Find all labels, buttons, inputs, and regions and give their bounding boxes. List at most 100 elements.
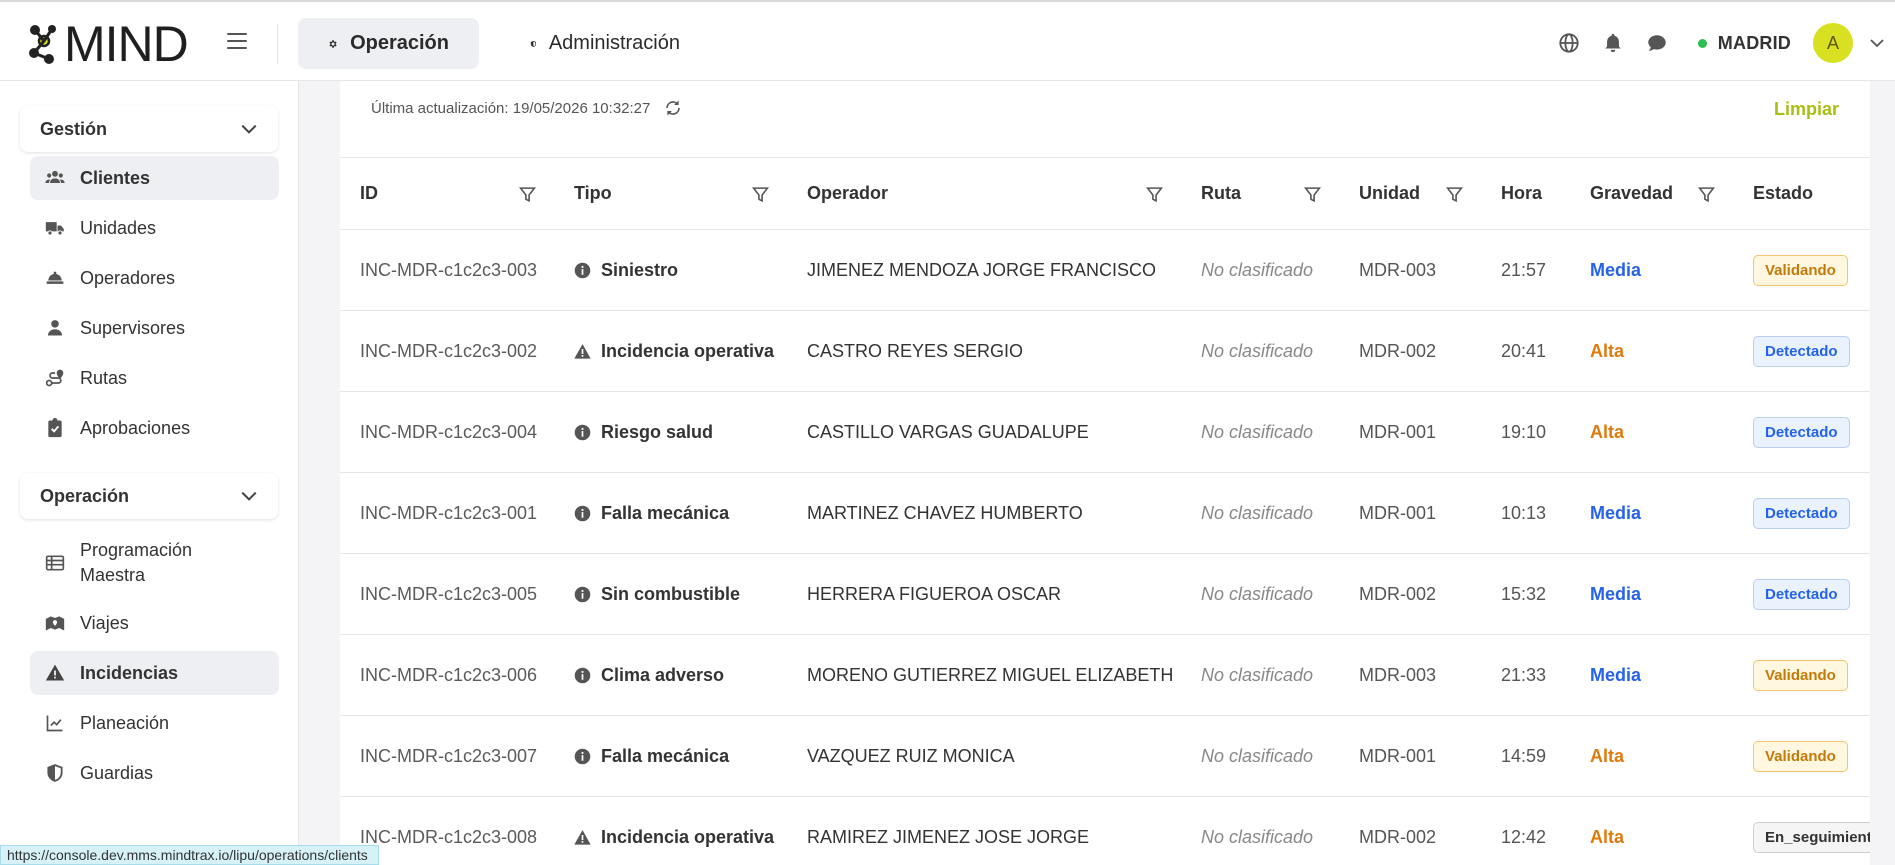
table-row[interactable]: INC-MDR-c1c2c3-005 Sin combustible HERRERA… xyxy=(340,554,1870,635)
sidebar-item-operadores[interactable]: Operadores xyxy=(30,256,279,300)
divider xyxy=(277,24,278,64)
cell-id: INC-MDR-c1c2c3-007 xyxy=(360,745,538,766)
tab-administracion[interactable]: Administración xyxy=(500,18,710,69)
table-header-row: ID Tipo Operador Ruta Unidad Hora Graved… xyxy=(340,157,1870,230)
sidebar-item-label: Operadores xyxy=(80,267,176,288)
bell-icon[interactable] xyxy=(1602,32,1624,54)
cell-operador: RAMIREZ JIMENEZ JOSE JORGE xyxy=(807,826,1090,847)
sidebar-item-aprobaciones[interactable]: Aprobaciones xyxy=(30,406,279,450)
logo-text: MIND xyxy=(64,16,189,72)
route-icon xyxy=(45,369,64,387)
cell-operador: MARTINEZ CHAVEZ HUMBERTO xyxy=(807,502,1083,523)
cell-unidad: MDR-003 xyxy=(1359,664,1437,685)
cell-hora: 20:41 xyxy=(1501,340,1547,361)
status-badge: En_seguimiento xyxy=(1753,821,1870,853)
filter-icon[interactable] xyxy=(1146,186,1163,203)
cell-tipo: Falla mecánica xyxy=(554,716,787,797)
cell-gravedad: Media xyxy=(1590,502,1642,523)
sidebar-item-incidencias[interactable]: Incidencias xyxy=(30,651,279,695)
table-row[interactable]: INC-MDR-c1c2c3-008 Incidencia operativa RA… xyxy=(340,797,1870,865)
info-icon xyxy=(574,667,591,684)
table-row[interactable]: INC-MDR-c1c2c3-001 Falla mecánica MARTINEZ… xyxy=(340,473,1870,554)
cell-id: INC-MDR-c1c2c3-001 xyxy=(360,502,538,523)
cell-ruta: No clasificado xyxy=(1201,502,1314,523)
table-row[interactable]: INC-MDR-c1c2c3-004 Riesgo salud CASTILLO V… xyxy=(340,392,1870,473)
cell-gravedad: Alta xyxy=(1590,826,1625,847)
cell-tipo: Sin combustible xyxy=(554,554,787,635)
info-icon xyxy=(574,262,591,279)
section-operacion-header[interactable]: Operación xyxy=(20,473,278,519)
table-row[interactable]: INC-MDR-c1c2c3-003 Siniestro JIMENEZ MENDO… xyxy=(340,230,1870,311)
cell-estado: Detectado xyxy=(1733,311,1870,392)
cell-ruta: No clasificado xyxy=(1201,583,1314,604)
table-row[interactable]: INC-MDR-c1c2c3-002 Incidencia operativa CA… xyxy=(340,311,1870,392)
cell-operador: MORENO GUTIERREZ MIGUEL ELIZABETH xyxy=(807,664,1174,685)
cell-estado: Validando xyxy=(1733,635,1870,716)
cell-ruta: No clasificado xyxy=(1201,664,1314,685)
column-header-gravedad: Gravedad xyxy=(1570,158,1733,230)
sidebar-item-programacion-maestra[interactable]: Programación Maestra xyxy=(30,531,279,595)
status-badge: Detectado xyxy=(1753,578,1850,610)
cell-tipo: Incidencia operativa xyxy=(554,311,787,392)
sidebar-item-unidades[interactable]: Unidades xyxy=(30,206,279,250)
filter-icon[interactable] xyxy=(752,186,769,203)
cell-tipo: Clima adverso xyxy=(554,635,787,716)
chevron-down-icon xyxy=(241,491,257,501)
map-icon xyxy=(45,616,65,631)
clipboard-check-icon xyxy=(48,418,62,438)
cell-tipo: Siniestro xyxy=(554,230,787,311)
chevron-down-icon[interactable] xyxy=(1869,35,1885,51)
cell-operador: CASTILLO VARGAS GUADALUPE xyxy=(807,421,1089,442)
cell-ruta: No clasificado xyxy=(1201,745,1314,766)
chat-icon[interactable] xyxy=(1646,32,1668,54)
table-row[interactable]: INC-MDR-c1c2c3-007 Falla mecánica VAZQUEZ … xyxy=(340,716,1870,797)
cell-id: INC-MDR-c1c2c3-005 xyxy=(360,583,538,604)
sidebar-item-rutas[interactable]: Rutas xyxy=(30,356,279,400)
filter-icon[interactable] xyxy=(519,186,536,203)
section-title: Gestión xyxy=(40,118,108,139)
status-bar-url: https://console.dev.mms.mindtrax.io/lipu… xyxy=(0,845,379,865)
warning-icon xyxy=(45,664,65,681)
status-badge: Validando xyxy=(1753,254,1848,286)
filter-icon[interactable] xyxy=(1304,186,1321,203)
sidebar-item-clientes[interactable]: Clientes xyxy=(30,156,279,200)
chart-line-icon xyxy=(46,715,63,732)
cell-operador: HERRERA FIGUEROA OSCAR xyxy=(807,583,1062,604)
section-gestion-header[interactable]: Gestión xyxy=(20,106,278,152)
sidebar-item-viajes[interactable]: Viajes xyxy=(30,601,279,645)
logo[interactable]: MIND xyxy=(28,16,189,72)
cell-gravedad: Media xyxy=(1590,583,1642,604)
sidebar-item-label: Planeación xyxy=(80,712,170,733)
chevron-down-icon xyxy=(241,124,257,134)
refresh-icon[interactable] xyxy=(664,99,682,117)
cell-hora: 21:33 xyxy=(1501,664,1547,685)
tab-operacion[interactable]: Operación xyxy=(298,18,479,69)
incidents-panel: Última actualización: 19/05/2026 10:32:2… xyxy=(340,81,1870,865)
clear-filters-button[interactable]: Limpiar xyxy=(1774,99,1870,120)
operator-hat-icon xyxy=(46,271,64,284)
column-header-estado: Estado xyxy=(1753,183,1814,203)
tipo-label: Siniestro xyxy=(601,259,679,280)
info-icon xyxy=(574,586,591,603)
city-selector[interactable]: MADRID xyxy=(1718,33,1791,54)
table-row[interactable]: INC-MDR-c1c2c3-006 Clima adverso MORENO GU… xyxy=(340,635,1870,716)
sidebar-item-planeacion[interactable]: Planeación xyxy=(30,701,279,745)
globe-icon[interactable] xyxy=(1558,32,1580,54)
sidebar-item-guardias[interactable]: Guardias xyxy=(30,751,279,795)
filter-icon[interactable] xyxy=(1698,186,1715,203)
menu-toggle-icon[interactable] xyxy=(227,33,247,49)
cell-gravedad: Media xyxy=(1590,259,1642,280)
avatar[interactable]: A xyxy=(1813,23,1853,63)
sidebar-item-supervisores[interactable]: Supervisores xyxy=(30,306,279,350)
column-header-ruta: Ruta xyxy=(1181,158,1339,230)
cell-unidad: MDR-001 xyxy=(1359,502,1437,523)
cell-id: INC-MDR-c1c2c3-002 xyxy=(360,340,538,361)
connection-status-dot xyxy=(1697,38,1707,48)
cell-ruta: No clasificado xyxy=(1201,259,1314,280)
tipo-label: Falla mecánica xyxy=(601,745,730,766)
column-header-unidad: Unidad xyxy=(1339,158,1481,230)
cell-gravedad: Alta xyxy=(1590,340,1625,361)
cell-unidad: MDR-002 xyxy=(1359,583,1437,604)
info-icon xyxy=(574,505,591,522)
filter-icon[interactable] xyxy=(1446,186,1463,203)
